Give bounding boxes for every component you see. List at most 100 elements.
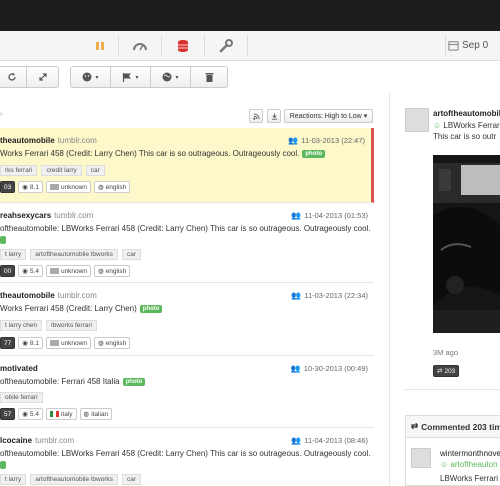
tag[interactable]: lbworks ferrari bbox=[46, 320, 97, 331]
globe-icon: ◍ bbox=[83, 411, 90, 418]
users-icon: 👥 bbox=[291, 211, 302, 220]
tag[interactable]: car bbox=[121, 474, 141, 485]
avatar[interactable] bbox=[411, 448, 431, 468]
reblog-count[interactable]: 57 bbox=[0, 408, 16, 420]
rss-icon bbox=[252, 112, 260, 120]
flag-unknown-icon bbox=[49, 268, 59, 274]
post-item[interactable]: theautomobile tumblr.com 👥 11-03-2013 (22:… bbox=[0, 128, 374, 203]
tag[interactable]: artoftheautomobile lbworks bbox=[30, 249, 118, 260]
users-icon: 👥 bbox=[291, 436, 302, 445]
post-item[interactable]: theautomobile tumblr.com 👥 11-03-2013 (22:… bbox=[0, 283, 374, 356]
reblog-count[interactable]: 77 bbox=[0, 337, 16, 349]
post-item[interactable]: motivated 👥 10-30-2013 (00:49) oftheautom… bbox=[0, 356, 374, 428]
tag[interactable]: car bbox=[121, 249, 141, 260]
country-badge[interactable]: unknown bbox=[45, 265, 91, 277]
avatar[interactable] bbox=[405, 108, 429, 132]
wrench-icon[interactable] bbox=[218, 38, 234, 54]
post-text: Works Ferrari 458 (Credit: Larry Chen) ph… bbox=[0, 304, 163, 313]
comment-header: ⇄ Commented 203 tim bbox=[406, 416, 500, 438]
post-source: tumblr.com bbox=[35, 436, 75, 445]
post-title: theautomobile tumblr.com bbox=[0, 136, 97, 145]
reblog-count[interactable]: 00 bbox=[0, 265, 16, 277]
tag[interactable]: t larry bbox=[0, 249, 27, 260]
flag-italy-icon bbox=[49, 411, 59, 417]
post-item[interactable]: reahsexycars tumblr.com 👥 11-04-2013 (01:5… bbox=[0, 203, 374, 283]
collapse-caret[interactable]: › bbox=[0, 111, 2, 118]
post-user[interactable]: theautomobile bbox=[0, 136, 55, 145]
post-user[interactable]: theautomobile bbox=[0, 291, 55, 300]
score-badge: ◉ 5.4 bbox=[18, 408, 43, 420]
language-badge[interactable]: ◍ english bbox=[93, 265, 131, 277]
rss-button[interactable] bbox=[249, 109, 263, 123]
post-user[interactable]: reahsexycars bbox=[0, 211, 51, 220]
country-badge[interactable]: italy bbox=[45, 408, 77, 420]
language-badge[interactable]: ◍ italian bbox=[79, 408, 113, 420]
post-source: tumblr.com bbox=[57, 291, 97, 300]
post-text: oftheautomobile: Ferrari 458 Italia photo bbox=[0, 377, 146, 386]
post-item[interactable]: lcocaine tumblr.com 👥 11-04-2013 (08:46) o… bbox=[0, 428, 374, 486]
dashboard-icon[interactable] bbox=[132, 38, 148, 54]
eye-icon: ◉ bbox=[22, 340, 28, 347]
post-source: tumblr.com bbox=[57, 136, 97, 145]
post-user[interactable]: lcocaine bbox=[0, 436, 32, 445]
detail-text: This car is so outr bbox=[433, 132, 497, 141]
date-range[interactable]: Sep 0 bbox=[462, 40, 488, 51]
filter-button-group: ▾ ▾ ▾ bbox=[70, 66, 228, 88]
smiley-icon: ☺ bbox=[440, 460, 449, 469]
language-badge[interactable]: ◍ english bbox=[93, 337, 131, 349]
expand-button[interactable] bbox=[27, 67, 58, 87]
globe-icon bbox=[162, 72, 172, 82]
tag-list: t larry chen lbworks ferrari bbox=[0, 320, 97, 331]
post-stats: 03 ◉ 8.1 unknown ◍ english bbox=[0, 181, 131, 193]
eye-icon: ◉ bbox=[22, 268, 28, 275]
language-badge[interactable]: ◍ english bbox=[93, 181, 131, 193]
photo-badge bbox=[0, 461, 6, 469]
calendar-icon bbox=[448, 41, 459, 51]
post-title: theautomobile tumblr.com bbox=[0, 291, 97, 300]
post-text: oftheautomobile: LBWorks Ferrari 458 (Cr… bbox=[0, 449, 371, 458]
tag[interactable]: artoftheautomobile lbworks bbox=[30, 474, 118, 485]
reblog-count[interactable]: 03 bbox=[0, 181, 16, 193]
smiley-icon bbox=[82, 72, 92, 82]
post-title: lcocaine tumblr.com bbox=[0, 436, 74, 445]
post-date: 👥 11-03-2013 (22:34) bbox=[291, 291, 368, 300]
comment-user[interactable]: wintermonthnove bbox=[440, 449, 500, 458]
tag-list: rks ferrari credit larry car bbox=[0, 165, 105, 176]
comment-box: ⇄ Commented 203 tim wintermonthnove ☺ art… bbox=[405, 415, 500, 486]
sort-dropdown-label: Reactions: High to Low bbox=[289, 112, 362, 120]
delete-button[interactable] bbox=[191, 67, 227, 87]
photo-badge: photo bbox=[139, 305, 163, 313]
flag-unknown-icon bbox=[49, 184, 59, 190]
database-icon[interactable] bbox=[175, 38, 191, 54]
tag[interactable]: t larry bbox=[0, 474, 27, 485]
top-bar bbox=[0, 0, 500, 31]
sentiment-dropdown[interactable]: ▾ bbox=[71, 67, 111, 87]
post-photo[interactable] bbox=[433, 155, 500, 333]
globe-icon: ◍ bbox=[97, 268, 104, 275]
tag[interactable]: rks ferrari bbox=[0, 165, 38, 176]
post-user[interactable]: motivated bbox=[0, 364, 38, 373]
detail-user[interactable]: artoftheautomobile bbox=[433, 109, 500, 118]
download-button[interactable] bbox=[267, 109, 281, 123]
comment-text: LBWorks Ferrari bbox=[440, 474, 499, 483]
tag[interactable]: credit larry bbox=[41, 165, 82, 176]
post-stats: 00 ◉ 5.4 unknown ◍ english bbox=[0, 265, 131, 277]
post-title: reahsexycars tumblr.com bbox=[0, 211, 93, 220]
toolbar: ▾ ▾ ▾ bbox=[0, 61, 500, 93]
reblog-button[interactable]: ⇄ 203 bbox=[433, 365, 460, 377]
users-icon: 👥 bbox=[288, 136, 299, 145]
sort-dropdown[interactable]: Reactions: High to Low ▾ bbox=[284, 109, 373, 123]
flag-dropdown[interactable]: ▾ bbox=[111, 67, 151, 87]
refresh-button[interactable] bbox=[0, 67, 27, 87]
view-button-group bbox=[0, 66, 59, 88]
pause-icon[interactable] bbox=[92, 38, 108, 54]
country-badge[interactable]: unknown bbox=[45, 337, 91, 349]
detail-age: 3M ago bbox=[433, 348, 459, 357]
flag-unknown-icon bbox=[49, 340, 59, 346]
tag[interactable]: obile ferrari bbox=[0, 392, 43, 403]
tag[interactable]: car bbox=[85, 165, 105, 176]
chevron-down-icon: ▾ bbox=[95, 74, 99, 81]
tag[interactable]: t larry chen bbox=[0, 320, 43, 331]
country-badge[interactable]: unknown bbox=[45, 181, 91, 193]
globe-dropdown[interactable]: ▾ bbox=[151, 67, 191, 87]
